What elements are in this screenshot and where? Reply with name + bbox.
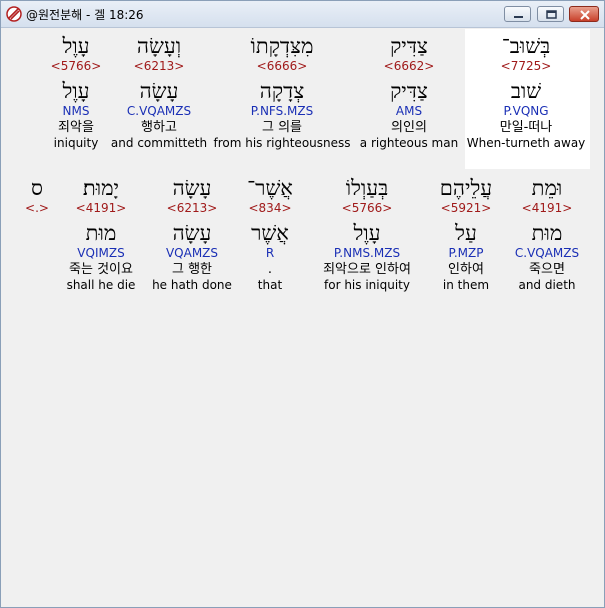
strong-number: <4191>	[521, 201, 573, 215]
close-icon	[580, 10, 590, 20]
english-gloss: and committeth	[110, 136, 208, 150]
english-gloss: in them	[442, 278, 490, 292]
word-cell[interactable]: בְּעַוְלוֹ <5766> עָוֶל P.NMS.MZS 죄악으로 인…	[323, 175, 411, 293]
strong-number: <6213>	[133, 59, 185, 73]
app-logo-icon	[6, 6, 22, 22]
english-gloss: for his iniquity	[324, 278, 410, 292]
english-gloss: and dieth	[518, 278, 576, 292]
english-gloss: iniquity	[53, 136, 99, 150]
close-button[interactable]	[569, 6, 599, 22]
hebrew-word: ס	[31, 176, 43, 200]
minimize-button[interactable]	[504, 6, 531, 22]
word-cell[interactable]: בְּשׁוּב־ <7725> שׁוב P.VQNG 만일-떠나 When-…	[467, 33, 586, 151]
lemma: עָשָׂה	[139, 79, 179, 103]
korean-gloss: 인하여	[448, 262, 484, 277]
strong-number: <.>	[25, 201, 49, 215]
morph-code: C.VQAMZS	[514, 246, 580, 260]
hebrew-word: עָוֶל	[62, 34, 90, 58]
korean-gloss: 죽으면	[529, 262, 565, 277]
word-cell[interactable]: עָשָׂה <6213> עָשָׂה VQAMZS 그 행한 he hath…	[152, 175, 232, 293]
analysis-content[interactable]: בְּשׁוּב־ <7725> שׁוב P.VQNG 만일-떠나 When-…	[3, 28, 601, 605]
strong-number: <5921>	[440, 201, 492, 215]
title-bar[interactable]: @원전분해 - 겔 18:26	[1, 1, 604, 28]
strong-number: <6666>	[256, 59, 308, 73]
hebrew-word: וְעָשָׂה	[136, 34, 182, 58]
lemma: צְדָקָה	[259, 79, 305, 103]
korean-gloss: 죄악으로 인하여	[323, 262, 411, 277]
english-gloss: that	[257, 278, 283, 292]
lemma: מוּת	[531, 221, 563, 245]
strong-number: <5766>	[341, 201, 393, 215]
english-gloss: from his righteousness	[213, 136, 351, 150]
word-cell[interactable]: עֲלֵיהֶם <5921> עַל P.MZP 인하여 in them	[440, 175, 492, 293]
strong-number: <4191>	[75, 201, 127, 215]
morph-code: R	[265, 246, 275, 260]
morph-code: P.NFS.MZS	[250, 104, 314, 118]
morph-code: C.VQAMZS	[126, 104, 192, 118]
lemma: עָוֶל	[62, 79, 90, 103]
morph-code: NMS	[62, 104, 90, 118]
window-title: @원전분해 - 겔 18:26	[26, 8, 144, 22]
korean-gloss: 죄악을	[58, 120, 94, 135]
hebrew-word: מִצִּדְקָתוֹ	[250, 34, 314, 58]
word-cell[interactable]: וְעָשָׂה <6213> עָשָׂה C.VQAMZS 행하고 and …	[111, 33, 207, 151]
hebrew-word: וּמֵת	[531, 176, 563, 200]
lemma: עָשָׂה	[172, 221, 212, 245]
english-gloss: shall he die	[66, 278, 136, 292]
hebrew-word: אֲשֶׁר־	[247, 176, 293, 200]
english-gloss: he hath done	[152, 278, 232, 292]
lemma: עַל	[455, 221, 477, 245]
strong-number: <834>	[248, 201, 292, 215]
word-cell[interactable]: עָוֶל <5766> עָוֶל NMS 죄악을 iniquity	[51, 33, 102, 151]
strong-number: <5766>	[50, 59, 102, 73]
word-cell[interactable]: מִצִּדְקָתוֹ <6666> צְדָקָה P.NFS.MZS 그 …	[213, 33, 350, 151]
korean-gloss: 의인의	[391, 120, 427, 135]
word-cell[interactable]: וּמֵת <4191> מוּת C.VQAMZS 죽으면 and dieth	[515, 175, 579, 293]
korean-gloss: 행하고	[141, 120, 177, 135]
word-cell[interactable]: צַדִּיק <6662> צַדִּיק AMS 의인의 a righteo…	[360, 33, 458, 151]
korean-gloss: 그 행한	[171, 262, 212, 277]
english-gloss: When-turneth away	[466, 136, 586, 150]
hebrew-word: יָמוּת׃	[82, 176, 120, 200]
lemma: עָוֶל	[353, 221, 381, 245]
hebrew-word: בְּשׁוּב־	[501, 34, 551, 58]
hebrew-word: בְּעַוְלוֹ	[345, 176, 389, 200]
strong-number: <7725>	[500, 59, 552, 73]
hebrew-word: עֲלֵיהֶם	[439, 176, 493, 200]
morph-code: P.VQNG	[503, 104, 549, 118]
lemma: מוּת	[85, 221, 117, 245]
korean-gloss: 만일-떠나	[499, 120, 553, 135]
morph-code: P.NMS.MZS	[333, 246, 401, 260]
lemma: צַדִּיק	[390, 79, 428, 103]
maximize-button[interactable]	[537, 6, 564, 22]
lemma: שׁוב	[510, 79, 542, 103]
korean-gloss: .	[267, 262, 273, 277]
english-gloss: a righteous man	[359, 136, 459, 150]
minimize-icon	[514, 16, 523, 18]
morph-code: AMS	[395, 104, 423, 118]
app-window: @원전분해 - 겔 18:26 בְּשׁוּב־ <7725> שׁוב P.…	[0, 0, 605, 608]
word-cell[interactable]: אֲשֶׁר־ <834> אֲשֶׁר R . that	[247, 175, 293, 293]
morph-code: P.MZP	[448, 246, 484, 260]
lemma: אֲשֶׁר	[251, 221, 289, 245]
strong-number: <6213>	[166, 201, 218, 215]
morph-code: VQIMZS	[77, 246, 125, 260]
korean-gloss: 그 의를	[261, 120, 303, 135]
word-cell[interactable]: יָמוּת׃ <4191> מוּת VQIMZS 죽는 것이요 shall …	[67, 175, 136, 293]
maximize-icon	[546, 10, 557, 19]
hebrew-word: צַדִּיק	[390, 34, 428, 58]
morph-code: VQAMZS	[165, 246, 219, 260]
korean-gloss: 죽는 것이요	[69, 262, 133, 277]
word-cell[interactable]: ס <.>	[25, 175, 49, 216]
strong-number: <6662>	[383, 59, 435, 73]
hebrew-word: עָשָׂה	[172, 176, 212, 200]
